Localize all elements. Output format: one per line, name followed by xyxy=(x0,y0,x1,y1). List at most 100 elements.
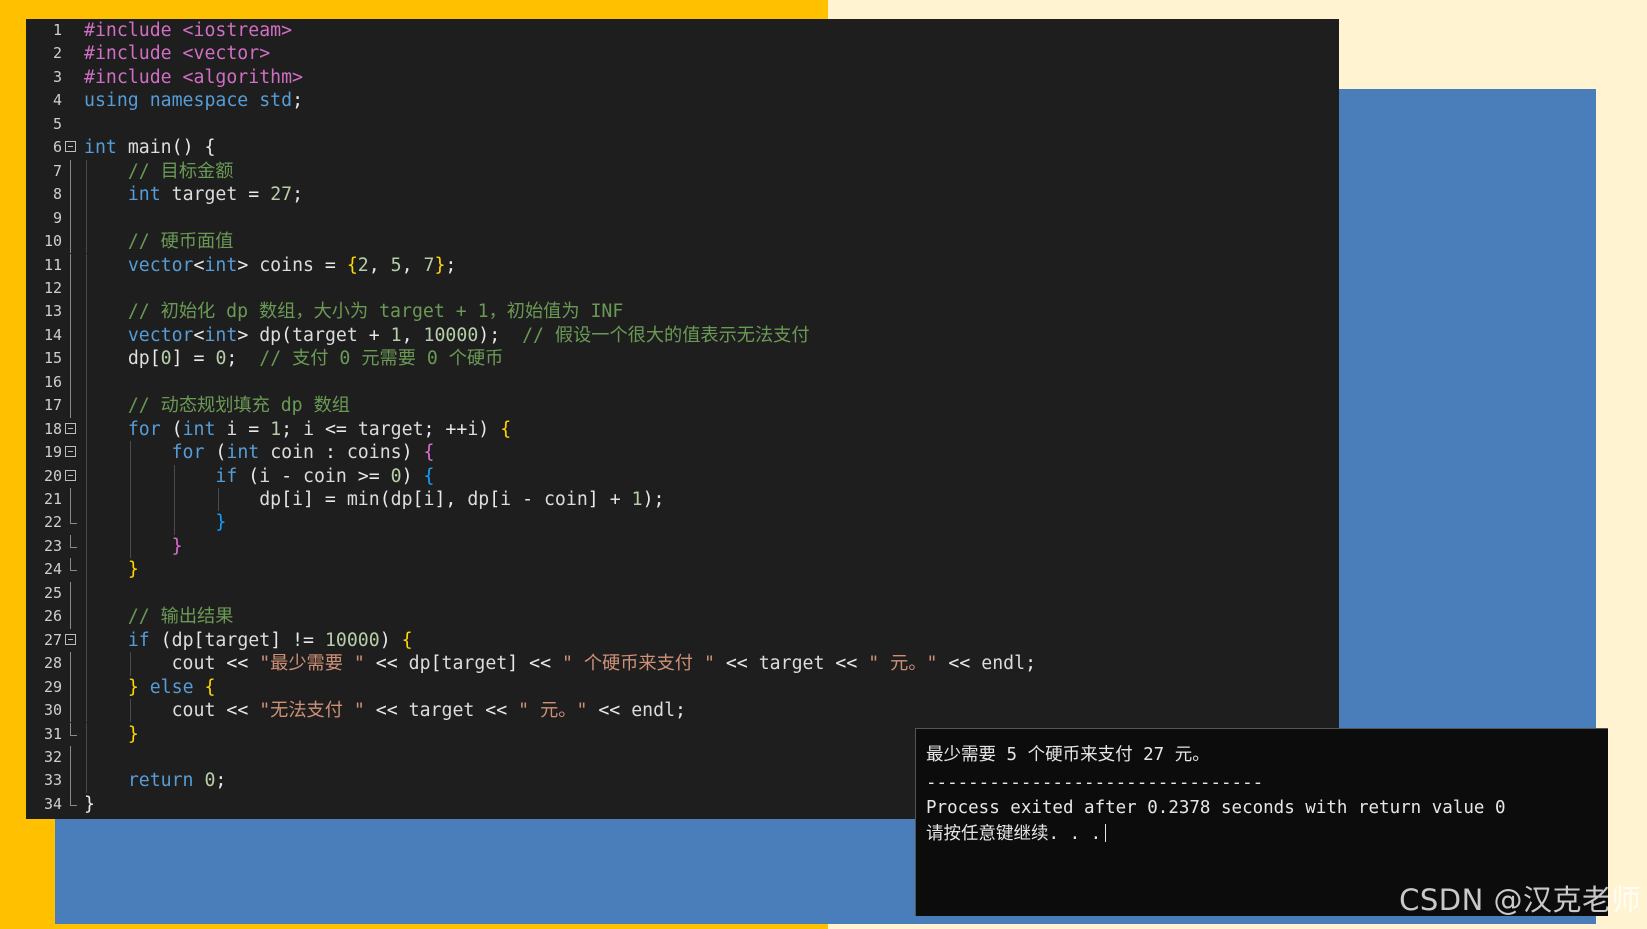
line-number: 14 xyxy=(43,325,62,344)
console-prompt-line: 请按任意键继续. . . xyxy=(926,820,1107,845)
code-text: } xyxy=(127,559,139,581)
line-number: 25 xyxy=(43,583,62,602)
code-line[interactable]: 2 #include <vector> xyxy=(26,42,1339,65)
line-number: 6 xyxy=(52,138,62,157)
fold-end-marker xyxy=(70,511,77,525)
code-line[interactable]: 17 // 动态规划填充 dp 数组 xyxy=(26,394,1339,418)
fold-bar xyxy=(70,276,71,301)
code-line[interactable]: 25 xyxy=(26,581,1339,606)
indent-guide xyxy=(86,745,87,770)
code-line[interactable]: 14 vector<int> dp(target + 1, 10000); //… xyxy=(26,323,1339,348)
text-cursor xyxy=(1105,824,1107,842)
fold-bar xyxy=(70,347,71,371)
code-line[interactable]: 11 vector<int> coins = {2, 5, 7}; xyxy=(26,253,1339,277)
code-line[interactable]: 18 for (int i = 1; i <= target; ++i) { xyxy=(26,417,1339,442)
code-text: // 目标金额 xyxy=(127,160,234,182)
code-text: #include <algorithm> xyxy=(84,66,303,88)
code-text: int main() { xyxy=(84,137,216,159)
code-editor[interactable]: 1 #include <iostream> 2 #include <vector> 3 #… xyxy=(26,19,1339,819)
code-line[interactable]: 6 int main() { xyxy=(26,136,1339,159)
fold-toggle-icon[interactable] xyxy=(65,422,76,434)
fold-bar xyxy=(70,675,71,700)
fold-bar xyxy=(70,745,71,770)
line-number: 22 xyxy=(43,513,62,532)
console-prompt-text: 请按任意键继续. . . xyxy=(926,824,1102,844)
fold-bar xyxy=(70,230,71,254)
line-number: 29 xyxy=(43,677,62,696)
code-line[interactable]: 5 xyxy=(26,113,1339,136)
line-number: 30 xyxy=(43,701,62,720)
code-line[interactable]: 27 if (dp[target] != 10000) { xyxy=(26,628,1339,653)
indent-guide xyxy=(86,581,87,606)
code-text: cout << "最少需要 " << dp[target] << " 个硬币来支… xyxy=(171,653,1037,675)
code-text: dp[i] = min(dp[i], dp[i - coin] + 1); xyxy=(259,489,665,510)
code-text: } xyxy=(171,535,183,557)
fold-bar xyxy=(70,300,71,324)
fold-bar xyxy=(70,253,71,277)
line-number: 24 xyxy=(43,560,62,579)
line-number: 5 xyxy=(52,114,62,133)
line-number: 33 xyxy=(43,771,62,790)
code-line[interactable]: 4 using namespace std; xyxy=(26,89,1339,112)
line-number: 18 xyxy=(43,419,62,438)
fold-toggle-icon[interactable] xyxy=(65,469,76,481)
line-number: 13 xyxy=(43,302,62,321)
code-line[interactable]: 13 // 初始化 dp 数组，大小为 target + 1，初始值为 INF xyxy=(26,300,1339,324)
code-text: for (int i = 1; i <= target; ++i) { xyxy=(127,418,512,440)
line-number: 9 xyxy=(52,208,62,227)
line-number: 21 xyxy=(43,490,62,508)
fold-toggle-icon[interactable] xyxy=(65,141,76,153)
code-line[interactable]: 30 cout << "无法支付 " << target << " 元。" <<… xyxy=(26,699,1339,723)
line-number: 28 xyxy=(43,654,62,673)
code-line[interactable]: 22 } xyxy=(26,511,1339,535)
code-line[interactable]: 7 // 目标金额 xyxy=(26,159,1339,184)
console-separator: -------------------------------- xyxy=(926,773,1264,793)
code-line[interactable]: 15 dp[0] = 0; // 支付 0 元需要 0 个硬币 xyxy=(26,347,1339,371)
fold-toggle-icon[interactable] xyxy=(65,446,76,458)
line-number: 7 xyxy=(52,161,62,180)
code-text: } else { xyxy=(127,676,216,698)
code-line[interactable]: 10 // 硬币面值 xyxy=(26,230,1339,254)
indent-guide xyxy=(86,370,87,395)
code-text: // 硬币面值 xyxy=(127,231,234,253)
fold-bar xyxy=(70,394,71,418)
line-number: 15 xyxy=(43,349,62,368)
code-text: // 初始化 dp 数组，大小为 target + 1，初始值为 INF xyxy=(127,301,624,323)
code-text: } xyxy=(215,512,227,534)
line-number: 11 xyxy=(43,255,62,274)
code-text: vector<int> coins = {2, 5, 7}; xyxy=(127,254,457,276)
code-line[interactable]: 8 int target = 27; xyxy=(26,183,1339,207)
code-line[interactable]: 26 // 输出结果 xyxy=(26,605,1339,629)
line-number: 17 xyxy=(43,396,62,415)
code-line[interactable]: 12 xyxy=(26,276,1339,301)
line-number: 20 xyxy=(43,466,62,485)
code-line[interactable]: 23 } xyxy=(26,534,1339,559)
code-line[interactable]: 19 for (int coin : coins) { xyxy=(26,441,1339,465)
code-line[interactable]: 9 xyxy=(26,206,1339,231)
console-result-line: 最少需要 5 个硬币来支付 27 元。 xyxy=(926,745,1210,765)
line-number: 19 xyxy=(43,443,62,462)
code-line[interactable]: 21 dp[i] = min(dp[i], dp[i - coin] + 1); xyxy=(26,488,1339,512)
line-number: 10 xyxy=(43,232,62,251)
line-number: 23 xyxy=(43,536,62,555)
fold-toggle-icon[interactable] xyxy=(65,633,76,645)
code-text: // 输出结果 xyxy=(127,606,234,628)
code-line[interactable]: 29 } else { xyxy=(26,675,1339,700)
fold-end-marker xyxy=(70,534,77,548)
code-line[interactable]: 1 #include <iostream> xyxy=(26,19,1339,42)
code-line[interactable]: 24 } xyxy=(26,558,1339,582)
fold-bar xyxy=(70,605,71,629)
fold-bar xyxy=(70,370,71,395)
line-number: 2 xyxy=(52,44,62,63)
line-number: 12 xyxy=(43,278,62,297)
code-text: int target = 27; xyxy=(127,184,304,206)
code-line[interactable]: 28 cout << "最少需要 " << dp[target] << " 个硬… xyxy=(26,652,1339,676)
code-line[interactable]: 16 xyxy=(26,370,1339,395)
fold-bar xyxy=(70,699,71,723)
code-text: return 0; xyxy=(127,770,227,792)
line-number: 16 xyxy=(43,372,62,391)
code-line[interactable]: 20 if (i - coin >= 0) { xyxy=(26,464,1339,488)
code-line[interactable]: 3 #include <algorithm> xyxy=(26,66,1339,89)
line-number: 27 xyxy=(43,630,62,649)
code-text: if (i - coin >= 0) { xyxy=(215,465,435,487)
